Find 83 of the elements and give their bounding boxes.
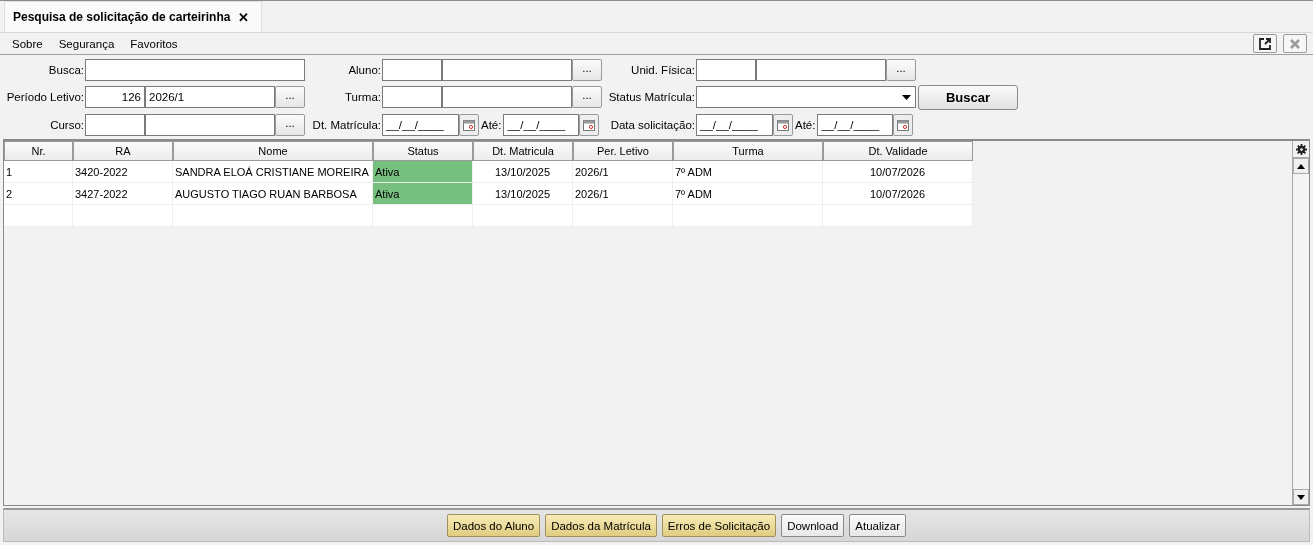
table-cell: 10/07/2026	[823, 161, 973, 183]
lookup-button[interactable]: ...	[275, 86, 305, 109]
arrow-down-icon	[1297, 494, 1305, 500]
field-label: Busca:	[48, 63, 84, 76]
status-dropdown[interactable]	[696, 86, 916, 109]
calendar-icon	[897, 119, 910, 131]
menu-item[interactable]: Sobre	[4, 37, 51, 50]
table-cell: 10/07/2026	[823, 183, 973, 205]
field-label: Período Letivo:	[6, 91, 84, 104]
name-field[interactable]	[442, 58, 572, 81]
close-tab-icon[interactable]: ✕	[238, 9, 250, 25]
search-button[interactable]: Buscar	[918, 85, 1018, 110]
calendar-icon	[463, 119, 475, 131]
action-button[interactable]: Download	[781, 514, 845, 537]
column-header[interactable]: Dt. Validade	[823, 141, 973, 161]
table-cell: AUGUSTO TIAGO RUAN BARBOSA	[173, 183, 373, 205]
search-field[interactable]	[85, 58, 305, 81]
date-field[interactable]: __/__/____	[382, 114, 459, 137]
action-button[interactable]: Atualizar	[849, 514, 907, 537]
table-cell: 2026/1	[573, 183, 673, 205]
table-cell: 13/10/2025	[473, 183, 573, 205]
code-field[interactable]	[382, 86, 442, 109]
scroll-down-button[interactable]	[1293, 489, 1309, 505]
lookup-button[interactable]: ...	[572, 86, 602, 109]
calendar-button[interactable]	[773, 114, 793, 137]
table-cell: 3427-2022	[73, 183, 173, 205]
field-label: Dt. Matrícula:	[312, 119, 381, 132]
field-label: Unid. Física:	[631, 63, 695, 76]
calendar-button[interactable]	[579, 114, 600, 137]
calendar-icon	[777, 119, 789, 131]
arrow-up-icon	[1297, 163, 1305, 169]
table-cell: 1	[4, 161, 73, 183]
field-label: Aluno:	[348, 63, 381, 76]
name-field[interactable]	[145, 114, 275, 137]
action-button[interactable]: Dados do Aluno	[446, 514, 541, 537]
date-field[interactable]: __/__/____	[817, 114, 894, 137]
caret-icon	[902, 95, 911, 100]
calendar-button[interactable]	[459, 114, 479, 137]
calendar-icon	[583, 119, 596, 131]
close-icon	[1288, 36, 1302, 51]
tab[interactable]: Pesquisa de solicitação de carteirinha ✕	[4, 1, 263, 32]
field-label: Curso:	[50, 119, 84, 132]
code-field[interactable]: 126	[85, 86, 145, 109]
table-cell: 2	[4, 183, 73, 205]
column-header[interactable]: RA	[73, 141, 173, 161]
column-header[interactable]: Status	[373, 141, 473, 161]
date-field[interactable]: __/__/____	[696, 114, 773, 137]
date-field[interactable]: __/__/____	[503, 114, 580, 137]
column-header[interactable]: Turma	[673, 141, 823, 161]
lookup-button[interactable]: ...	[572, 58, 602, 81]
table-cell: SANDRA ELOÁ CRISTIANE MOREIRA	[173, 161, 373, 183]
table-cell: 2026/1	[573, 161, 673, 183]
status-cell: Ativa	[373, 161, 473, 183]
scroll-up-button[interactable]	[1293, 158, 1309, 174]
table-cell: 3420-2022	[73, 161, 173, 183]
popout-icon	[1258, 36, 1272, 51]
field-label: Até:	[794, 119, 817, 132]
menu-item[interactable]: Favoritos	[122, 37, 186, 50]
action-button[interactable]: Dados da Matrícula	[545, 514, 657, 537]
code-field[interactable]	[382, 58, 442, 81]
field-label: Status Matrícula:	[608, 91, 695, 104]
field-label: Data solicitação:	[610, 119, 695, 132]
lookup-button[interactable]: ...	[886, 58, 916, 81]
table-cell: 7º ADM	[673, 161, 823, 183]
field-label: Turma:	[345, 91, 381, 104]
menu-item[interactable]: Segurança	[50, 37, 123, 50]
column-header[interactable]: Per. Letivo	[573, 141, 673, 161]
status-cell: Ativa	[373, 183, 473, 205]
column-header[interactable]: Nome	[173, 141, 373, 161]
name-field[interactable]	[442, 86, 572, 109]
popout-button[interactable]	[1253, 34, 1277, 53]
name-field[interactable]: 2026/1	[145, 86, 275, 109]
table-cell: 13/10/2025	[473, 161, 573, 183]
calendar-button[interactable]	[893, 114, 914, 137]
name-field[interactable]	[756, 58, 886, 81]
column-header[interactable]: Dt. Matricula	[473, 141, 573, 161]
code-field[interactable]	[696, 58, 756, 81]
field-label: Até:	[480, 119, 503, 132]
column-header[interactable]: Nr.	[4, 141, 73, 161]
table-cell: 7º ADM	[673, 183, 823, 205]
code-field[interactable]	[85, 114, 145, 137]
action-button[interactable]: Erros de Solicitação	[661, 514, 777, 537]
lookup-button[interactable]: ...	[275, 114, 305, 137]
